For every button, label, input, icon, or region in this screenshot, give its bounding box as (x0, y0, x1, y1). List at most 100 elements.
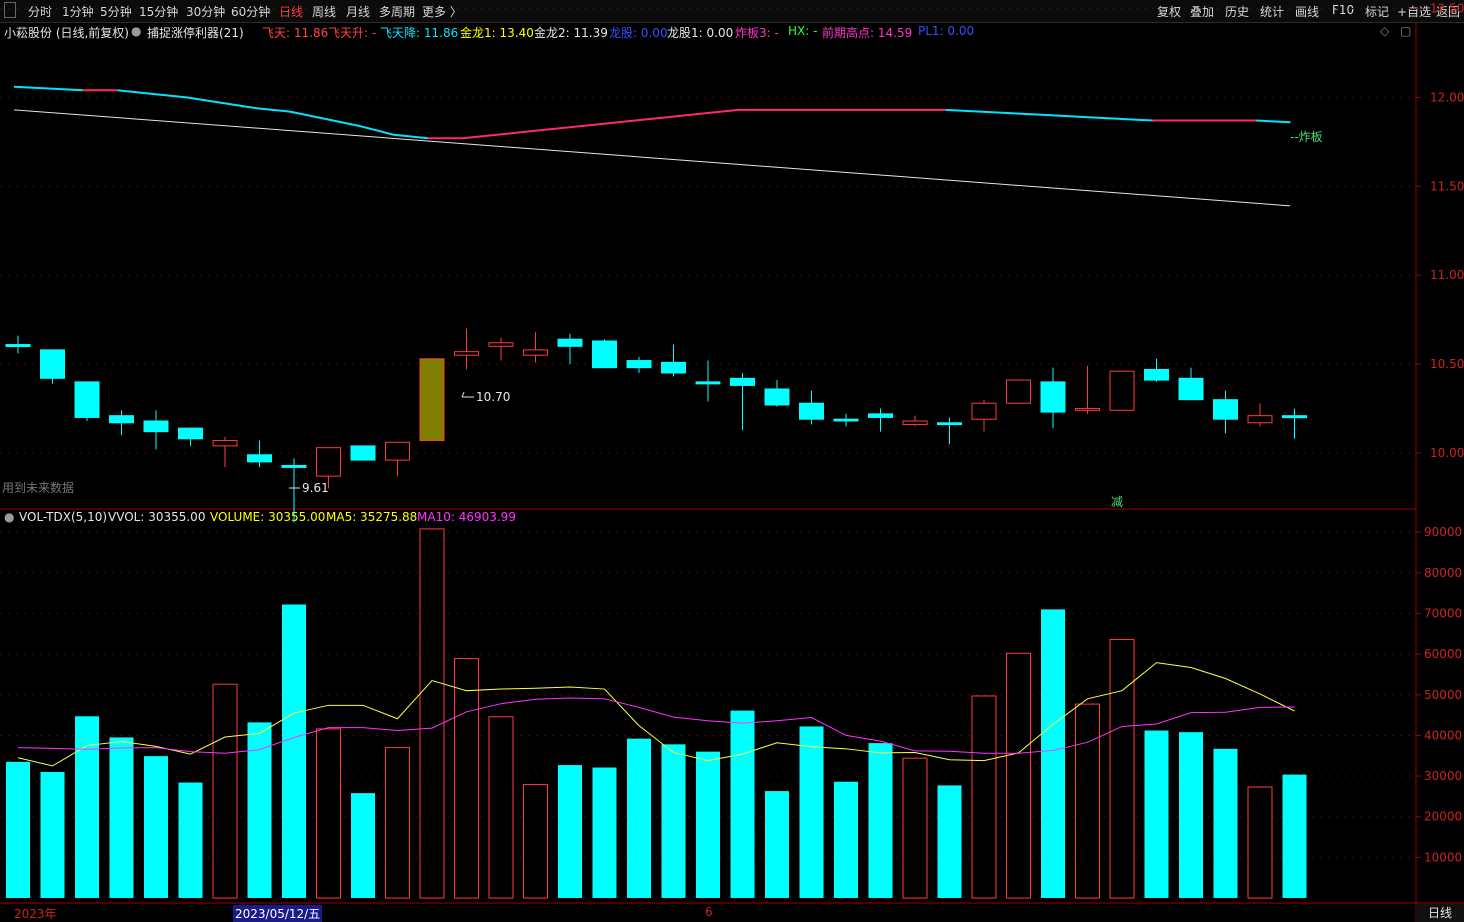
volume-bar-down (765, 791, 789, 898)
flying-line-segment (669, 112, 705, 118)
candle-body-limitup (419, 358, 445, 442)
volume-bar-down (144, 756, 168, 898)
candle-body-up (523, 349, 548, 356)
flying-line-segment (289, 110, 325, 120)
kline-chart[interactable]: 14.5014.0013.5013.0012.5012.0011.5011.00… (0, 0, 1464, 922)
volume-bar-up (1109, 638, 1135, 899)
candle-body-up (316, 447, 341, 477)
flying-line-segment (1083, 115, 1119, 120)
candle-body-down (5, 344, 31, 348)
volume-tick-label: 20000 (1424, 810, 1462, 824)
candle-body-down (1178, 377, 1204, 401)
volume-bar-up (385, 747, 410, 899)
candle-body-down (247, 454, 272, 463)
volume-bar-up (454, 658, 479, 899)
candle-body-up (1006, 379, 1031, 404)
reduce-marker: 减 (1111, 495, 1123, 509)
flying-line-segment (151, 92, 187, 99)
flying-line-segment (634, 115, 670, 122)
price-tick-label: 10.00 (1430, 446, 1464, 460)
flying-line-segment (703, 108, 739, 115)
high-arrow-head (461, 391, 465, 398)
volume-bar-down (1179, 732, 1203, 898)
flying-line-segment (1048, 114, 1084, 118)
candle-body-down (350, 445, 376, 461)
flying-line-segment (220, 101, 256, 110)
candle-body-down (1282, 415, 1307, 419)
candle-body-up (212, 440, 238, 447)
candle-body-up (1247, 415, 1273, 424)
price-tick-label: 11.50 (1430, 179, 1464, 193)
candle-body-down (74, 381, 100, 418)
volume-bar-down (1144, 730, 1169, 898)
volume-bar-down (109, 737, 134, 898)
flying-line-segment (255, 107, 291, 113)
candle-body-up (385, 441, 410, 461)
candle-body-up (454, 351, 479, 356)
low-price-label: 9.61 (302, 481, 329, 495)
candle-body-down (1213, 399, 1238, 420)
flying-line-segment (1014, 112, 1050, 117)
flying-line-segment (600, 119, 636, 126)
flying-line-segment (1255, 119, 1291, 124)
flying-line-segment (531, 126, 567, 133)
candle-body-down (592, 340, 617, 369)
volume-bar-up (316, 728, 341, 899)
volume-bar-down (247, 722, 272, 898)
candle-body-down (1144, 368, 1169, 381)
volume-bar-down (75, 716, 99, 898)
candle-body-down (178, 427, 203, 440)
candle-body-down (40, 349, 65, 379)
flying-line-segment (324, 117, 360, 127)
candle-body-down (730, 377, 755, 386)
volume-bar-up (1075, 703, 1100, 899)
ma5-line (17, 662, 1295, 767)
volume-bar-down (1041, 609, 1065, 898)
volume-tick-label: 90000 (1424, 525, 1462, 539)
flying-line-segment (13, 85, 49, 90)
candle-body-down (661, 361, 686, 374)
high-price-label: 10.70 (476, 390, 510, 404)
volume-bar-up (1247, 786, 1273, 899)
volume-bar-down (799, 726, 824, 898)
volume-tick-label: 80000 (1424, 566, 1462, 580)
candle-body-down (868, 413, 893, 418)
candle-body-down (799, 402, 824, 420)
volume-bar-down (351, 793, 375, 898)
volume-bar-down (558, 765, 582, 898)
period-label-button[interactable]: 日线 (1415, 904, 1464, 922)
volume-bar-up (1006, 652, 1031, 899)
jinlong2-line (13, 109, 1291, 207)
price-tick-label: 12.50 (1430, 2, 1464, 16)
volume-bar-down (627, 738, 651, 898)
volume-tick-label: 60000 (1424, 647, 1462, 661)
volume-bar-down (282, 604, 306, 898)
volume-bar-down (696, 751, 720, 898)
zhaban-label: --炸板 (1290, 130, 1323, 144)
candle-body-down (626, 360, 652, 369)
flying-line-segment (48, 87, 84, 92)
flying-line-segment (462, 133, 498, 140)
flying-line-segment (186, 96, 222, 104)
candle-body-down (695, 381, 721, 385)
volume-tick-label: 70000 (1424, 606, 1462, 620)
candle-body-down (557, 338, 583, 347)
candle-body-down (764, 388, 790, 406)
date-axis: 2023年 2023/05/12/五 6 (0, 904, 1464, 922)
flying-line-segment (117, 89, 153, 95)
month-label: 6 (705, 905, 713, 919)
volume-tick-label: 50000 (1424, 688, 1462, 702)
volume-bar-down (1282, 774, 1307, 898)
candle-body-down (143, 420, 169, 433)
volume-tick-label: 10000 (1424, 850, 1462, 864)
candle-body-down (281, 464, 307, 468)
volume-bar-up (902, 757, 928, 899)
candle-body-down (833, 418, 859, 422)
volume-bar-up (971, 695, 997, 899)
volume-bar-down (868, 743, 893, 898)
candle-body-up (971, 402, 997, 420)
candle-body-up (488, 342, 514, 347)
candle-body-up (1109, 370, 1135, 411)
volume-bar-down (40, 771, 65, 898)
price-tick-label: 10.50 (1430, 357, 1464, 371)
